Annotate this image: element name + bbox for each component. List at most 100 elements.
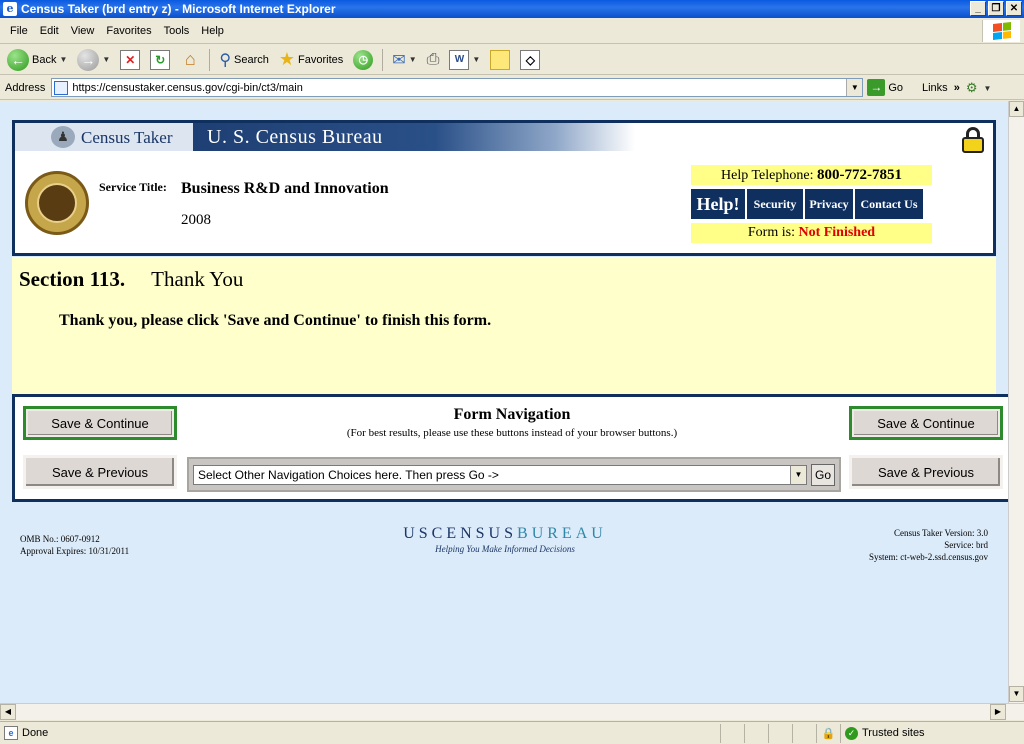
section-message: Thank you, please click 'Save and Contin…: [59, 312, 492, 329]
chevron-down-icon: ▼: [983, 83, 992, 93]
section-panel: Section 113. Thank You Thank you, please …: [12, 257, 996, 394]
chevron-down-icon: ▼: [408, 55, 417, 64]
maximize-button[interactable]: ❐: [988, 1, 1004, 16]
census-bureau-logo[interactable]: USCENSUSBUREAU Helping You Make Informed…: [380, 525, 630, 554]
refresh-button[interactable]: ↻: [147, 48, 173, 72]
logo-bureau: BUREAU: [517, 525, 607, 542]
mail-button[interactable]: ✉ ▼: [389, 48, 419, 72]
service-title-label: Service Title:: [99, 180, 167, 194]
search-button[interactable]: ⚲ Search: [216, 48, 272, 72]
scroll-right-icon[interactable]: ▶: [990, 704, 1006, 720]
horizontal-scrollbar[interactable]: ◀ ▶: [0, 703, 1024, 720]
app-name: Census Taker: [81, 128, 173, 147]
mail-icon: ✉: [392, 51, 406, 69]
back-button[interactable]: ← Back ▼: [4, 47, 70, 73]
scroll-left-icon[interactable]: ◀: [0, 704, 16, 720]
toolbar-separator: [382, 48, 384, 71]
census-bureau-wordmark: USCENSUSBUREAU: [380, 525, 630, 543]
printer-icon: ⎙: [426, 50, 440, 68]
notes-button[interactable]: [487, 48, 513, 72]
menu-bar: File Edit View Favorites Tools Help: [0, 18, 1024, 44]
status-pane: [720, 723, 744, 743]
scroll-up-icon[interactable]: ▲: [1009, 101, 1024, 117]
chevron-down-icon[interactable]: ▼: [790, 466, 806, 484]
scroll-down-icon[interactable]: ▼: [1009, 686, 1024, 702]
version-text: Census Taker Version: 3.0: [893, 528, 988, 538]
navigation-select[interactable]: Select Other Navigation Choices here. Th…: [193, 465, 807, 485]
ssl-lock-icon[interactable]: 🔒: [816, 723, 840, 743]
minimize-button[interactable]: _: [970, 1, 986, 16]
favorites-label: Favorites: [298, 53, 344, 66]
vertical-scrollbar[interactable]: ▲ ▼: [1008, 101, 1024, 703]
status-pane: [792, 723, 816, 743]
toolbar: ← Back ▼ → ▼ ✕ ↻ ⌂ ⚲ Search ★ Favorites …: [0, 45, 1024, 75]
ie-icon: e: [3, 2, 17, 16]
form-navigation-subtitle: (For best results, please use these butt…: [346, 427, 678, 439]
address-url: https://censustaker.census.gov/cgi-bin/c…: [72, 81, 303, 94]
footer-version: Census Taker Version: 3.0 Service: brd S…: [869, 527, 988, 563]
menu-view[interactable]: View: [65, 25, 101, 37]
help-button[interactable]: Help!: [691, 189, 745, 219]
menu-help[interactable]: Help: [195, 25, 230, 37]
history-button[interactable]: ◷: [350, 48, 376, 72]
navigation-select-value: Select Other Navigation Choices here. Th…: [198, 468, 499, 482]
close-button[interactable]: ✕: [1006, 1, 1022, 16]
save-continue-button-left[interactable]: Save & Continue: [23, 406, 177, 440]
menu-edit[interactable]: Edit: [34, 25, 65, 37]
edit-button[interactable]: W ▼: [446, 48, 483, 72]
help-telephone: Help Telephone: 800-772-7851: [691, 165, 932, 185]
back-label: Back: [32, 53, 57, 66]
lock-icon: [961, 127, 985, 153]
forward-arrow-icon: →: [77, 48, 100, 71]
save-continue-button-right[interactable]: Save & Continue: [849, 406, 1003, 440]
go-button[interactable]: → Go: [867, 79, 903, 96]
windows-logo-icon: [982, 20, 1020, 42]
word-icon: W: [449, 49, 470, 70]
help-telephone-label: Help Telephone:: [721, 168, 814, 183]
stop-button[interactable]: ✕: [117, 48, 143, 72]
status-text-pane: e Done: [0, 726, 720, 740]
save-previous-button-left[interactable]: Save & Previous: [23, 455, 177, 489]
chevron-down-icon: ▼: [59, 55, 68, 64]
address-input[interactable]: https://censustaker.census.gov/cgi-bin/c…: [51, 78, 864, 97]
ie-page-icon: e: [4, 726, 18, 740]
system-text: System: ct-web-2.ssd.census.gov: [869, 552, 988, 562]
form-navigation-title: Form Navigation: [453, 406, 571, 423]
omb-number: OMB No.: 0607-0912: [20, 534, 100, 544]
privacy-button[interactable]: Privacy: [805, 189, 853, 219]
snagit-icon[interactable]: ⚙: [966, 80, 978, 96]
chevron-double-right-icon: »: [953, 82, 960, 94]
chevron-down-icon[interactable]: ▼: [846, 79, 863, 96]
form-status-value: Not Finished: [798, 225, 876, 240]
approval-expires: Approval Expires: 10/31/2011: [20, 546, 130, 556]
security-zone[interactable]: ✓ Trusted sites: [840, 723, 925, 743]
menu-tools[interactable]: Tools: [158, 25, 196, 37]
security-button[interactable]: Security: [747, 189, 803, 219]
search-label: Search: [234, 53, 269, 66]
service-title: Business R&D and Innovation: [181, 180, 389, 197]
contact-us-button[interactable]: Contact Us: [855, 189, 923, 219]
window-title: Census Taker (brd entry z) - Microsoft I…: [21, 2, 336, 16]
home-button[interactable]: ⌂: [177, 48, 203, 72]
status-pane: [768, 723, 792, 743]
census-tagline: Helping You Make Informed Decisions: [435, 544, 575, 554]
forward-button[interactable]: → ▼: [74, 47, 113, 73]
page-icon: [54, 80, 69, 95]
print-button[interactable]: ⎙: [424, 49, 443, 71]
form-navigation: Save & Continue Save & Previous Form Nav…: [12, 394, 1008, 502]
footer-omb: OMB No.: 0607-0912 Approval Expires: 10/…: [20, 533, 129, 557]
menu-favorites[interactable]: Favorites: [100, 25, 157, 37]
diamond-icon: ◇: [520, 49, 541, 70]
help-box: Help Telephone: 800-772-7851 Help! Secur…: [691, 165, 932, 247]
search-icon: ⚲: [219, 51, 232, 69]
header-banner: ♟ Census Taker U. S. Census Bureau: [15, 123, 635, 151]
messenger-button[interactable]: ◇: [517, 48, 543, 72]
navigation-go-button[interactable]: Go: [811, 464, 835, 486]
address-bar: Address https://censustaker.census.gov/c…: [0, 76, 1024, 100]
menu-file[interactable]: File: [4, 25, 34, 37]
status-text: Done: [22, 727, 49, 739]
page-viewport: ♟ Census Taker U. S. Census Bureau Servi…: [0, 101, 1008, 703]
save-previous-button-right[interactable]: Save & Previous: [849, 455, 1003, 489]
links-toolbar[interactable]: Links » ⚙ ▼: [922, 80, 991, 96]
favorites-button[interactable]: ★ Favorites: [276, 47, 346, 72]
